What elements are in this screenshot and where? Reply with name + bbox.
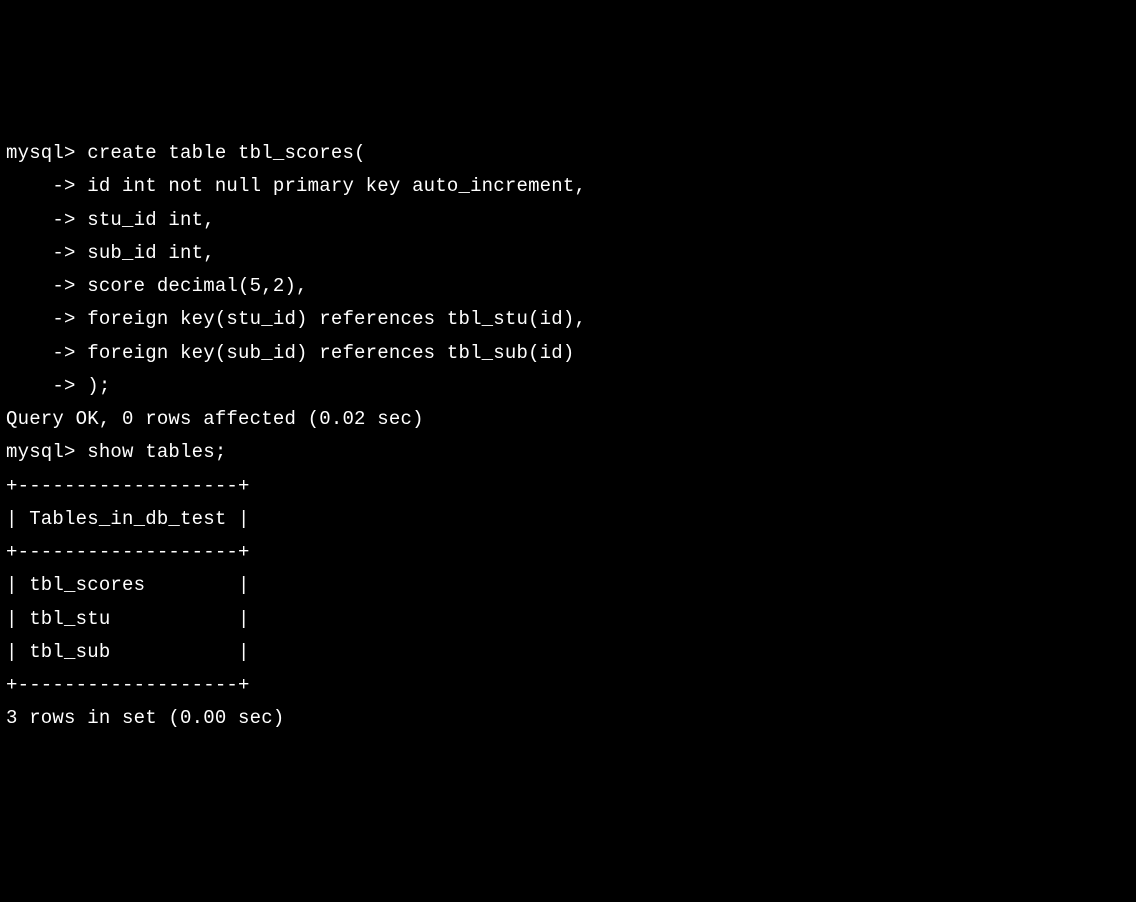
terminal-line: -> foreign key(sub_id) references tbl_su… — [6, 337, 1130, 370]
terminal-line: Query OK, 0 rows affected (0.02 sec) — [6, 403, 1130, 436]
terminal-line: | tbl_scores | — [6, 569, 1130, 602]
terminal-line: 3 rows in set (0.00 sec) — [6, 702, 1130, 735]
terminal-line: -> sub_id int, — [6, 237, 1130, 270]
terminal-line: | Tables_in_db_test | — [6, 503, 1130, 536]
terminal-line: +-------------------+ — [6, 470, 1130, 503]
terminal-line: | tbl_sub | — [6, 636, 1130, 669]
terminal-line: +-------------------+ — [6, 536, 1130, 569]
terminal-line: -> stu_id int, — [6, 204, 1130, 237]
terminal-line: -> score decimal(5,2), — [6, 270, 1130, 303]
terminal-output[interactable]: mysql> create table tbl_scores( -> id in… — [6, 137, 1130, 736]
terminal-line: mysql> create table tbl_scores( — [6, 137, 1130, 170]
terminal-line: -> ); — [6, 370, 1130, 403]
terminal-line: mysql> show tables; — [6, 436, 1130, 469]
terminal-line: | tbl_stu | — [6, 603, 1130, 636]
terminal-line: -> id int not null primary key auto_incr… — [6, 170, 1130, 203]
terminal-line: -> foreign key(stu_id) references tbl_st… — [6, 303, 1130, 336]
terminal-line: +-------------------+ — [6, 669, 1130, 702]
